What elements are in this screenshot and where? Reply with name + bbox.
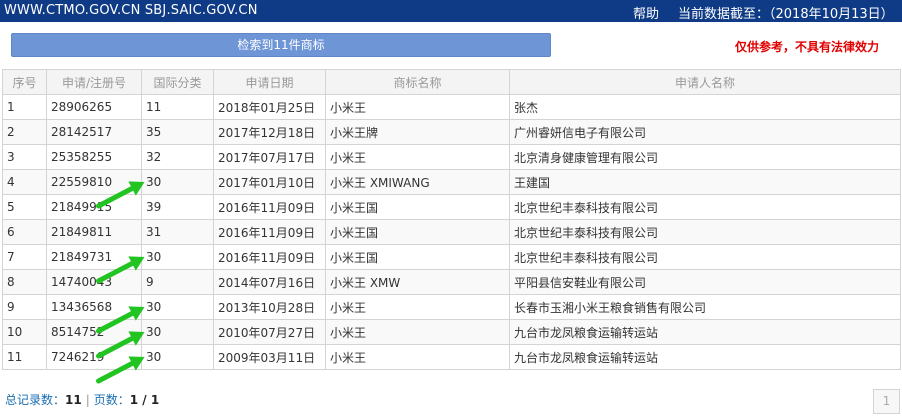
row-index: 1: [2, 94, 47, 120]
application-date: 2017年01月10日: [213, 169, 326, 195]
col-header-index[interactable]: 序号: [2, 69, 47, 95]
table-row[interactable]: 8 14740043 9 2014年07月16日 小米王 XMW 平阳县信安鞋业有限公司: [2, 269, 901, 295]
table-header-row: 序号 申请/注册号 国际分类 申请日期 商标名称 申请人名称: [2, 69, 901, 95]
legal-disclaimer: 仅供参考，不具有法律效力: [735, 40, 880, 54]
applicant-name: 北京世纪丰泰科技有限公司: [509, 219, 901, 245]
intl-class: 30: [141, 319, 214, 345]
reg-number-link[interactable]: 13436568: [46, 294, 142, 320]
page-count-label: 页数：: [93, 393, 130, 407]
page-count-value: 1 / 1: [129, 393, 160, 407]
reg-number-link[interactable]: 22559810: [46, 169, 142, 195]
application-date: 2009年03月11日: [213, 344, 326, 370]
reg-number-link[interactable]: 21849811: [46, 219, 142, 245]
mark-name-link[interactable]: 小米王 XMW: [325, 269, 510, 295]
reg-number-link[interactable]: 21849915: [46, 194, 142, 220]
applicant-name: 北京清身健康管理有限公司: [509, 144, 901, 170]
search-result-count-button[interactable]: 检索到11件商标: [11, 33, 551, 57]
col-header-applicant[interactable]: 申请人名称: [509, 69, 901, 95]
intl-class: 30: [141, 344, 214, 370]
mark-name-link[interactable]: 小米王: [325, 94, 510, 120]
application-date: 2010年07月27日: [213, 319, 326, 345]
table-row[interactable]: 6 21849811 31 2016年11月09日 小米王国 北京世纪丰泰科技有限公司: [2, 219, 901, 245]
row-index: 6: [2, 219, 47, 245]
applicant-name: 张杰: [509, 94, 901, 120]
mark-name-link[interactable]: 小米王: [325, 144, 510, 170]
mark-name-link[interactable]: 小米王 XMIWANG: [325, 169, 510, 195]
application-date: 2018年01月25日: [213, 94, 326, 120]
intl-class: 30: [141, 294, 214, 320]
intl-class: 11: [141, 94, 214, 120]
table-row[interactable]: 4 22559810 30 2017年01月10日 小米王 XMIWANG 王建国: [2, 169, 901, 195]
application-date: 2014年07月16日: [213, 269, 326, 295]
application-date: 2017年12月18日: [213, 119, 326, 145]
site-domains: WWW.CTMO.GOV.CN SBJ.SAIC.GOV.CN: [4, 3, 258, 18]
mark-name-link[interactable]: 小米王: [325, 344, 510, 370]
reg-number-link[interactable]: 28906265: [46, 94, 142, 120]
col-header-reg-no[interactable]: 申请/注册号: [46, 69, 142, 95]
reg-number-link[interactable]: 8514752: [46, 319, 142, 345]
intl-class: 30: [141, 244, 214, 270]
table-row[interactable]: 9 13436568 30 2013年10月28日 小米王 长春市玉湘小米王粮食销售有限公…: [2, 294, 901, 320]
table-row[interactable]: 11 7246219 30 2009年03月11日 小米王 九台市龙凤粮食运输转运站: [2, 344, 901, 370]
application-date: 2016年11月09日: [213, 244, 326, 270]
row-index: 3: [2, 144, 47, 170]
mark-name-link[interactable]: 小米王国: [325, 219, 510, 245]
application-date: 2016年11月09日: [213, 219, 326, 245]
mark-name-link[interactable]: 小米王国: [325, 194, 510, 220]
page-1-button[interactable]: 1: [873, 389, 900, 414]
col-header-class[interactable]: 国际分类: [141, 69, 214, 95]
applicant-name: 九台市龙凤粮食运输转运站: [509, 319, 901, 345]
applicant-name: 九台市龙凤粮食运输转运站: [509, 344, 901, 370]
row-index: 7: [2, 244, 47, 270]
intl-class: 39: [141, 194, 214, 220]
mark-name-link[interactable]: 小米王国: [325, 244, 510, 270]
help-link[interactable]: 帮助: [633, 3, 659, 22]
table-row[interactable]: 7 21849731 30 2016年11月09日 小米王国 北京世纪丰泰科技有限公司: [2, 244, 901, 270]
application-date: 2016年11月09日: [213, 194, 326, 220]
applicant-name: 北京世纪丰泰科技有限公司: [509, 194, 901, 220]
table-row[interactable]: 5 21849915 39 2016年11月09日 小米王国 北京世纪丰泰科技有限公司: [2, 194, 901, 220]
table-row[interactable]: 3 25358255 32 2017年07月17日 小米王 北京清身健康管理有限公司: [2, 144, 901, 170]
intl-class: 9: [141, 269, 214, 295]
reg-number-link[interactable]: 14740043: [46, 269, 142, 295]
row-index: 5: [2, 194, 47, 220]
row-index: 10: [2, 319, 47, 345]
reg-number-link[interactable]: 25358255: [46, 144, 142, 170]
intl-class: 32: [141, 144, 214, 170]
intl-class: 31: [141, 219, 214, 245]
total-records-value: 11: [65, 393, 82, 407]
mark-name-link[interactable]: 小米王: [325, 294, 510, 320]
reg-number-link[interactable]: 28142517: [46, 119, 142, 145]
trademark-results-table: 序号 申请/注册号 国际分类 申请日期 商标名称 申请人名称 1 28906265…: [2, 69, 901, 370]
reg-number-link[interactable]: 21849731: [46, 244, 142, 270]
pagination-summary: 总记录数：11 | 页数：1 / 1: [5, 391, 159, 408]
applicant-name: 平阳县信安鞋业有限公司: [509, 269, 901, 295]
applicant-name: 北京世纪丰泰科技有限公司: [509, 244, 901, 270]
col-header-date[interactable]: 申请日期: [213, 69, 326, 95]
col-header-mark-name[interactable]: 商标名称: [325, 69, 510, 95]
table-row[interactable]: 2 28142517 35 2017年12月18日 小米王牌 广州睿妍信电子有限公司: [2, 119, 901, 145]
application-date: 2017年07月17日: [213, 144, 326, 170]
row-index: 2: [2, 119, 47, 145]
applicant-name: 王建国: [509, 169, 901, 195]
top-bar: WWW.CTMO.GOV.CN SBJ.SAIC.GOV.CN 帮助 当前数据截…: [0, 0, 902, 22]
row-index: 11: [2, 344, 47, 370]
intl-class: 35: [141, 119, 214, 145]
total-records-label: 总记录数：: [5, 393, 66, 407]
applicant-name: 广州睿妍信电子有限公司: [509, 119, 901, 145]
application-date: 2013年10月28日: [213, 294, 326, 320]
row-index: 4: [2, 169, 47, 195]
row-index: 9: [2, 294, 47, 320]
applicant-name: 长春市玉湘小米王粮食销售有限公司: [509, 294, 901, 320]
footer-separator: |: [85, 393, 90, 407]
intl-class: 30: [141, 169, 214, 195]
data-as-of-date: 当前数据截至：（2018年10月13日）: [678, 7, 894, 22]
reg-number-link[interactable]: 7246219: [46, 344, 142, 370]
row-index: 8: [2, 269, 47, 295]
table-row[interactable]: 1 28906265 11 2018年01月25日 小米王 张杰: [2, 94, 901, 120]
mark-name-link[interactable]: 小米王: [325, 319, 510, 345]
mark-name-link[interactable]: 小米王牌: [325, 119, 510, 145]
table-row[interactable]: 10 8514752 30 2010年07月27日 小米王 九台市龙凤粮食运输转运站: [2, 319, 901, 345]
